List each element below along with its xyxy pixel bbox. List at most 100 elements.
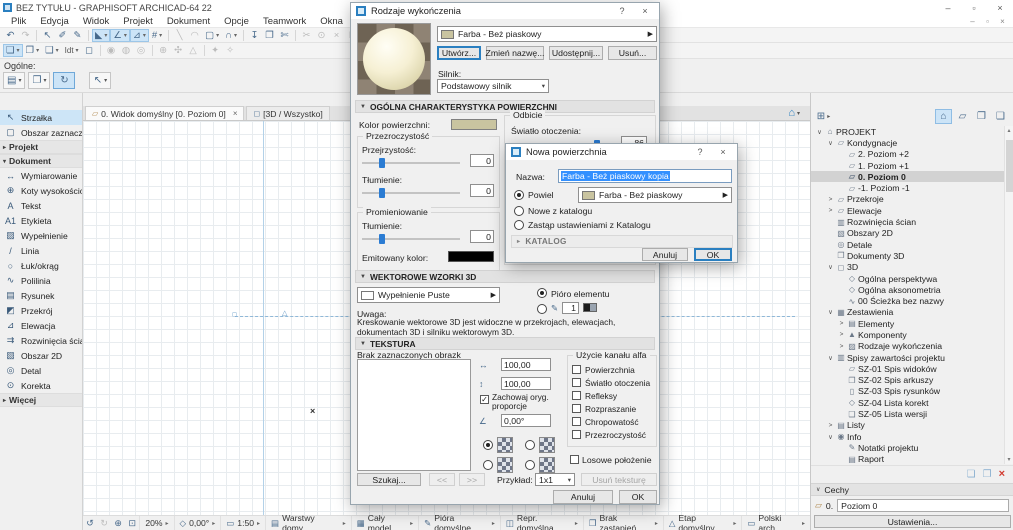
story-settings-button[interactable]: Ustawienia... — [814, 515, 1011, 528]
expand-icon[interactable]: ∨ — [826, 354, 835, 362]
toolbox-tool-line[interactable]: / Linia — [0, 243, 82, 258]
pick-view-icon[interactable]: ◻ — [82, 44, 97, 57]
cancel-button[interactable]: Anuluj — [553, 490, 613, 504]
close-icon[interactable]: × — [987, 0, 1013, 15]
nav-item-sz-04-lista-korekt[interactable]: ◇ SZ-04 Lista korekt — [811, 397, 1013, 408]
nav-item-kondygnacje[interactable]: ∨ ▱ Kondygnacje — [811, 137, 1013, 148]
replace-from-catalog-radio[interactable] — [514, 220, 524, 230]
toolbox-tool-arrow[interactable]: ↖ Strzałka — [0, 110, 82, 125]
texture-list[interactable] — [357, 359, 471, 471]
checkbox[interactable] — [572, 417, 581, 426]
section-vector[interactable]: ▼ WEKTOROWE WZORKI 3D — [355, 270, 655, 283]
nav-item-0-poziom-0[interactable]: ▱ 0. Poziom 0 — [811, 171, 1013, 183]
new-from-catalog-radio[interactable] — [514, 206, 524, 216]
nav-item-3d[interactable]: ∨ ◻ 3D — [811, 262, 1013, 273]
tree-scrollbar[interactable]: ▴ ▾ — [1004, 126, 1013, 464]
quick-options-icon[interactable]: ❏ ▾ — [3, 44, 23, 57]
view-settings-icon[interactable]: ❐ ▾ — [23, 44, 43, 57]
checkbox[interactable] — [572, 404, 581, 413]
surface-color-field[interactable] — [451, 119, 497, 130]
tab-floor-plan[interactable]: ▱ 0. Widok domyślny [0. Poziom 0] × — [85, 106, 245, 120]
menu-widok[interactable]: Widok — [76, 15, 116, 27]
menu-teamwork[interactable]: Teamwork — [256, 15, 313, 27]
toolbox-tool-level-dimension[interactable]: ⊕ Koty wysokościowe — [0, 183, 82, 198]
dock-panel-icon[interactable]: ❏ — [967, 469, 976, 480]
nav-item-obszary-2d[interactable]: ▧ Obszary 2D — [811, 228, 1013, 239]
close-icon[interactable]: × — [714, 147, 732, 157]
project-map-icon[interactable]: ⌂ — [935, 108, 952, 124]
id-display-icon[interactable]: Idt ▾ — [62, 44, 82, 57]
scroll-down-icon[interactable]: ▾ — [1005, 456, 1013, 463]
status-scale[interactable]: ▭ 1:50 ▸ — [220, 516, 265, 530]
toolbox-tool-section[interactable]: ◩ Przekrój — [0, 303, 82, 318]
texture-width-field[interactable]: 100,00 — [501, 358, 551, 371]
nav-item-ogólna-perspektywa[interactable]: ◇ Ogólna perspektywa — [811, 273, 1013, 284]
status-zoom-level[interactable]: 20% ▸ — [139, 516, 173, 530]
guide-lines-icon[interactable]: ◣ ▾ — [92, 28, 111, 42]
ok-button[interactable]: OK — [619, 490, 657, 504]
create-button[interactable]: Utwórz... — [437, 46, 481, 60]
ok-button[interactable]: OK — [694, 248, 732, 261]
nav-item-listy[interactable]: > ▤ Listy — [811, 420, 1013, 431]
checkbox[interactable] — [572, 365, 581, 374]
checkbox[interactable] — [572, 430, 581, 439]
favorites-icon[interactable]: ▤ ▾ — [3, 72, 26, 89]
expand-icon[interactable]: ∨ — [826, 139, 835, 147]
emission-color-field[interactable] — [448, 251, 494, 262]
toolbox-tool-detail[interactable]: ◎ Detal — [0, 363, 82, 378]
maximize-icon[interactable]: ▫ — [961, 0, 987, 15]
pen-number-field[interactable]: 1 — [562, 302, 579, 314]
mdi-close-icon[interactable]: × — [995, 17, 1010, 26]
expand-icon[interactable]: > — [837, 343, 846, 350]
delete-button[interactable]: Usuń... — [608, 46, 657, 60]
mirror-option-radio-4[interactable] — [525, 460, 535, 470]
pickup-parameters-icon[interactable]: ✐ — [55, 29, 70, 42]
checkbox[interactable] — [572, 378, 581, 387]
attenuation-value[interactable]: 0 — [470, 184, 494, 197]
menu-dokument[interactable]: Dokument — [160, 15, 217, 27]
toolbox-tool-arc[interactable]: ○ Łuk/okrąg — [0, 258, 82, 273]
tab-3d[interactable]: ◻ [3D / Wszystko] — [246, 106, 330, 120]
trace-reference-icon[interactable]: ❐ — [262, 29, 277, 42]
section-texture[interactable]: ▼ TEKSTURA — [355, 337, 655, 350]
duplicate-radio[interactable] — [514, 190, 524, 200]
expand-icon[interactable]: > — [826, 207, 835, 214]
toolbox-tool-text[interactable]: A Tekst — [0, 198, 82, 213]
section-marker-icon[interactable]: △ — [282, 309, 287, 317]
nav-item-ogólna-aksonometria[interactable]: ◇ Ogólna aksonometria — [811, 284, 1013, 295]
element-settings-icon[interactable]: ❐ ▾ — [28, 72, 51, 89]
quick-layers-icon[interactable]: ⌂ ▾ — [788, 106, 800, 120]
toolbox-tool-label[interactable]: A1 Etykieta — [0, 213, 82, 228]
zoom-undo-icon[interactable]: ↺ — [83, 518, 97, 529]
nav-item-info[interactable]: ∨ ◉ Info — [811, 431, 1013, 442]
keep-proportions-checkbox[interactable]: ✓ — [480, 395, 489, 404]
expand-icon[interactable]: > — [837, 331, 846, 338]
nav-item-raport[interactable]: ▤ Raport — [811, 454, 1013, 464]
pen-color-chip[interactable] — [583, 303, 597, 312]
menu-edycja[interactable]: Edycja — [33, 15, 76, 27]
menu-okna[interactable]: Okna — [313, 15, 350, 27]
toolbox-group-wiecej[interactable]: ▸ Więcej — [0, 393, 82, 407]
menu-projekt[interactable]: Projekt — [116, 15, 160, 27]
publisher-icon[interactable]: ❑ — [992, 109, 1009, 124]
nav-item-przekroje[interactable]: > ▱ Przekroje — [811, 194, 1013, 205]
nav-item-sz-02-spis-arkuszy[interactable]: ❐ SZ-02 Spis arkuszy — [811, 375, 1013, 386]
help-icon[interactable]: ? — [613, 6, 631, 16]
expand-icon[interactable]: ∨ — [826, 263, 835, 271]
nav-item-notatki-projektu[interactable]: ✎ Notatki projektu — [811, 442, 1013, 453]
expand-icon[interactable]: > — [826, 196, 835, 203]
nav-item-sz-03-spis-rysunków[interactable]: ▯ SZ-03 Spis rysunków — [811, 386, 1013, 397]
checkbox[interactable] — [572, 391, 581, 400]
expand-icon[interactable]: > — [826, 422, 835, 429]
layout-book-icon[interactable]: ❐ — [973, 109, 990, 124]
nav-item-rodzaje-wykończenia[interactable]: > ▨ Rodzaje wykończenia — [811, 341, 1013, 352]
arrow-tool-icon[interactable]: ↖ — [40, 29, 55, 42]
surface-picker[interactable]: Farba - Beż piaskowy ▶ — [437, 26, 657, 42]
mirror-option-radio-3[interactable] — [483, 460, 493, 470]
texture-height-field[interactable]: 100,00 — [501, 377, 551, 390]
status-orientation[interactable]: ◇ 0,00° ▸ — [173, 516, 221, 530]
toolbox-group-projekt[interactable]: ▸ Projekt — [0, 140, 82, 154]
elevation-marker-icon[interactable]: ◻ — [232, 311, 237, 318]
pen-element-radio[interactable] — [537, 288, 547, 298]
toolbox-tool-drawing[interactable]: ▤ Rysunek — [0, 288, 82, 303]
